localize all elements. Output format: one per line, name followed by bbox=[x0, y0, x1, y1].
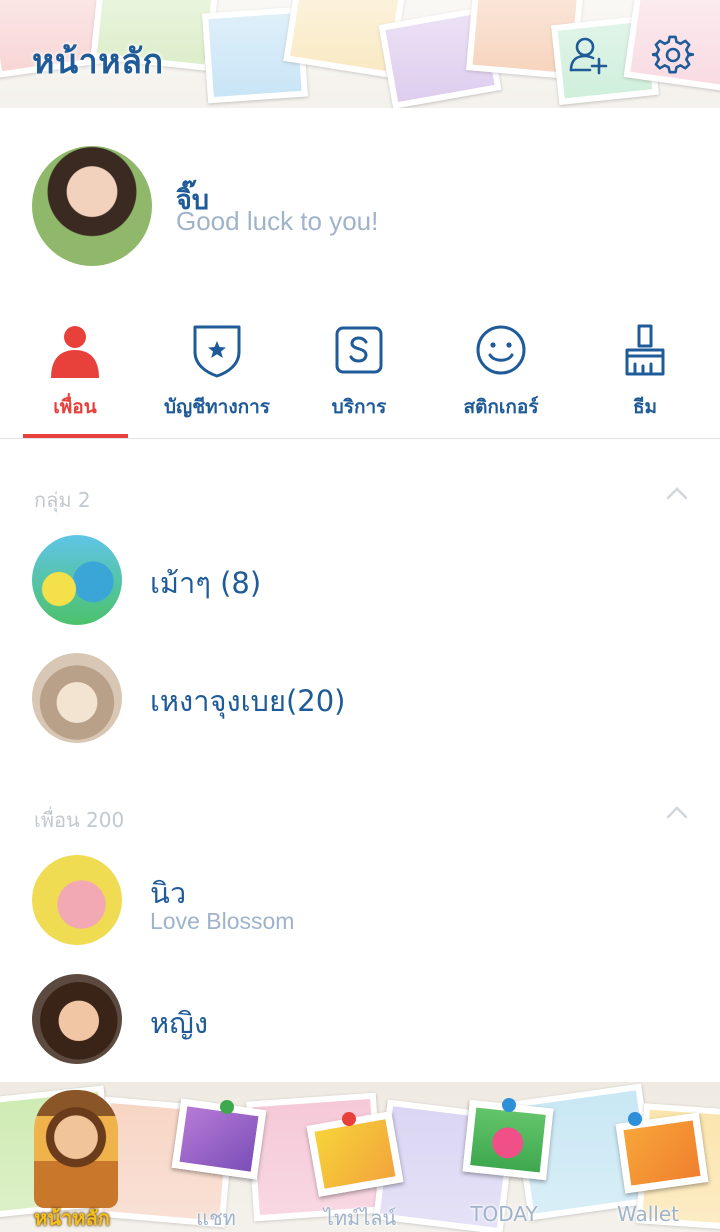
chat-character-icon bbox=[171, 1098, 267, 1180]
service-s-icon bbox=[331, 322, 387, 378]
timeline-character-icon bbox=[306, 1111, 404, 1197]
tab-stickers[interactable]: สติกเกอร์ bbox=[431, 320, 571, 438]
nav-label: TODAY bbox=[470, 1202, 538, 1226]
gear-icon[interactable] bbox=[650, 34, 695, 76]
home-character-icon bbox=[34, 1090, 118, 1208]
nav-timeline[interactable]: ไทม์ไลน์ bbox=[288, 1082, 432, 1232]
groups-section-header[interactable]: กลุ่ม 2 bbox=[34, 484, 91, 516]
friend-name[interactable]: หญิง bbox=[150, 1000, 208, 1046]
friends-section-header[interactable]: เพื่อน 200 bbox=[34, 804, 124, 836]
tab-label: ธีม bbox=[632, 396, 658, 418]
nav-chat[interactable]: แชท bbox=[144, 1082, 288, 1232]
tab-official-accounts[interactable]: บัญชีทางการ bbox=[147, 320, 287, 438]
chevron-up-icon[interactable] bbox=[664, 803, 690, 821]
group-name[interactable]: เหงาจุงเบย(20) bbox=[150, 678, 345, 724]
friend-avatar[interactable] bbox=[32, 855, 122, 945]
group-avatar[interactable] bbox=[32, 653, 122, 743]
nav-label: ไทม์ไลน์ bbox=[323, 1206, 397, 1230]
add-friend-icon[interactable] bbox=[568, 34, 610, 76]
page-title: หน้าหลัก bbox=[32, 42, 164, 82]
pin-icon bbox=[342, 1112, 356, 1126]
tab-label: สติกเกอร์ bbox=[463, 396, 539, 418]
tab-label: เพื่อน bbox=[53, 396, 97, 418]
nav-today[interactable]: TODAY bbox=[432, 1082, 576, 1232]
smiley-icon bbox=[473, 322, 529, 378]
top-header: หน้าหลัก bbox=[0, 0, 720, 108]
group-name[interactable]: เม้าๆ (8) bbox=[150, 560, 261, 606]
bottom-navigation: หน้าหลัก แชท ไทม์ไลน์ TODAY Wallet bbox=[0, 1082, 720, 1232]
tab-label: บริการ bbox=[331, 396, 387, 418]
group-avatar[interactable] bbox=[32, 535, 122, 625]
category-tabs: เพื่อน บัญชีทางการ บริการ สติกเกอร์ ธีม bbox=[0, 320, 720, 440]
profile-avatar[interactable] bbox=[32, 146, 152, 266]
friend-avatar[interactable] bbox=[32, 974, 122, 1064]
person-icon bbox=[47, 322, 103, 378]
nav-wallet[interactable]: Wallet bbox=[576, 1082, 720, 1232]
divider bbox=[0, 438, 720, 439]
tab-services[interactable]: บริการ bbox=[289, 320, 429, 438]
tab-friends[interactable]: เพื่อน bbox=[5, 320, 145, 438]
tab-label: บัญชีทางการ bbox=[164, 396, 270, 418]
friend-status-message[interactable]: Love Blossom bbox=[150, 908, 294, 935]
nav-label: หน้าหลัก bbox=[34, 1206, 110, 1230]
pin-icon bbox=[502, 1098, 516, 1112]
nav-home[interactable]: หน้าหลัก bbox=[0, 1082, 144, 1232]
wallet-character-icon bbox=[615, 1112, 709, 1194]
tab-themes[interactable]: ธีม bbox=[575, 320, 715, 438]
profile-status-message[interactable]: Good luck to you! bbox=[176, 206, 378, 237]
chevron-up-icon[interactable] bbox=[664, 484, 690, 502]
nav-label: แชท bbox=[196, 1206, 236, 1230]
pin-icon bbox=[628, 1112, 642, 1126]
nav-label: Wallet bbox=[616, 1202, 679, 1226]
paint-brush-icon bbox=[617, 322, 673, 378]
pin-icon bbox=[220, 1100, 234, 1114]
shield-star-icon bbox=[189, 322, 245, 378]
